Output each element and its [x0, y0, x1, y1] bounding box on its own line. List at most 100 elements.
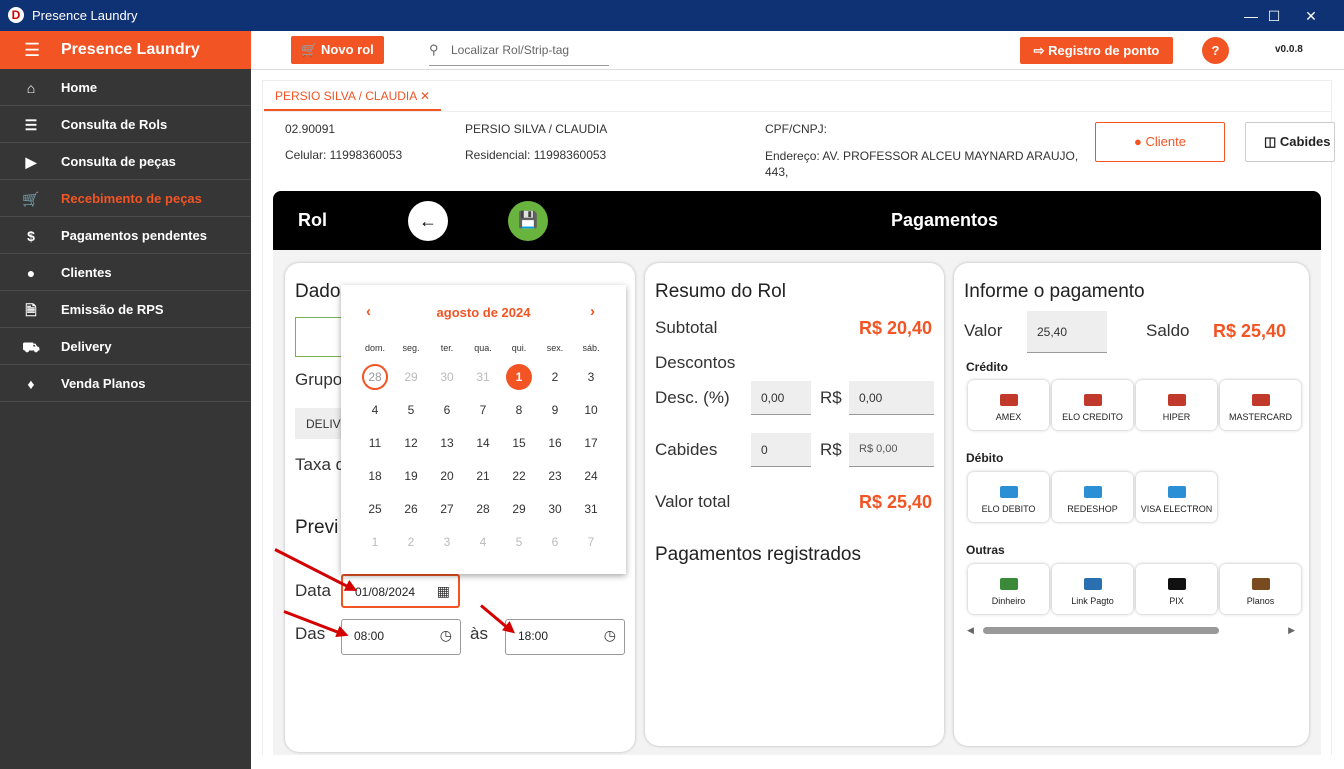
calendar-day[interactable]: 1 — [506, 364, 532, 390]
calendar-day[interactable]: 4 — [362, 397, 388, 423]
close-icon[interactable]: ✕ — [1288, 4, 1334, 28]
rol-title: Rol — [298, 210, 327, 230]
cabides-button[interactable]: ◫ Cabides — [1245, 122, 1335, 162]
calendar-day[interactable]: 3 — [578, 364, 604, 390]
next-month-chevron-icon[interactable]: › — [590, 303, 595, 320]
calendar-day[interactable]: 28 — [470, 496, 496, 522]
calendar-icon[interactable]: ▦ — [437, 583, 450, 600]
calendar-day[interactable]: 23 — [542, 463, 568, 489]
scroll-right-icon[interactable]: ▶ — [1288, 625, 1295, 636]
calendar-day[interactable]: 11 — [362, 430, 388, 456]
calendar-day[interactable]: 31 — [470, 364, 496, 390]
cabides-qty-input[interactable]: 0 — [751, 433, 811, 467]
calendar-day[interactable]: 31 — [578, 496, 604, 522]
payment-method-button[interactable]: VISA ELECTRON — [1136, 472, 1217, 522]
scrollbar-thumb[interactable] — [983, 627, 1219, 634]
payment-method-button[interactable]: HIPER — [1136, 380, 1217, 430]
weekday-label: qua. — [474, 343, 492, 353]
calendar-day[interactable]: 22 — [506, 463, 532, 489]
calendar-day[interactable]: 8 — [506, 397, 532, 423]
calendar-day[interactable]: 9 — [542, 397, 568, 423]
calendar-day[interactable]: 14 — [470, 430, 496, 456]
dados-title: Dado — [295, 281, 341, 302]
desc-value-input[interactable]: 0,00 — [849, 381, 934, 415]
cliente-button[interactable]: ● Cliente — [1095, 122, 1225, 162]
calendar-day[interactable]: 24 — [578, 463, 604, 489]
das-time-input[interactable]: 08:00 ◷ — [341, 619, 461, 655]
weekday-label: seg. — [402, 343, 420, 353]
back-arrow-button[interactable]: ← — [408, 201, 448, 241]
calendar-month: agosto de 2024 — [436, 305, 531, 320]
payment-scrollbar[interactable]: ◀ ▶ — [967, 625, 1295, 635]
calendar-day[interactable]: 10 — [578, 397, 604, 423]
sidebar-item-emissao-rps[interactable]: 🗎 Emissão de RPS — [0, 291, 251, 328]
calendar-day[interactable]: 29 — [506, 496, 532, 522]
calendar-day[interactable]: 6 — [434, 397, 460, 423]
calendar-day[interactable]: 28 — [362, 364, 388, 390]
payment-method-button[interactable]: Planos — [1220, 564, 1301, 614]
close-tab-icon[interactable]: ✕ — [420, 89, 430, 103]
sidebar-item-home[interactable]: ⌂ Home — [0, 69, 251, 106]
payment-method-button[interactable]: ELO CREDITO — [1052, 380, 1133, 430]
calendar-day[interactable]: 4 — [470, 529, 496, 555]
clock-icon[interactable]: ◷ — [604, 627, 616, 644]
search-input[interactable]: ⚲ Localizar Rol/Strip-tag — [429, 36, 609, 66]
payment-method-button[interactable]: Link Pagto — [1052, 564, 1133, 614]
valor-input[interactable]: 25,40 — [1027, 311, 1107, 353]
pagamento-title: Informe o pagamento — [964, 281, 1145, 302]
calendar-day[interactable]: 26 — [398, 496, 424, 522]
calendar-day[interactable]: 7 — [578, 529, 604, 555]
card-icon — [1083, 486, 1102, 498]
calendar-day[interactable]: 17 — [578, 430, 604, 456]
calendar-day[interactable]: 6 — [542, 529, 568, 555]
calendar-day[interactable]: 29 — [398, 364, 424, 390]
calendar-day[interactable]: 1 — [362, 529, 388, 555]
calendar-day[interactable]: 30 — [542, 496, 568, 522]
payment-method-button[interactable]: AMEX — [968, 380, 1049, 430]
calendar-day[interactable]: 30 — [434, 364, 460, 390]
save-button[interactable]: 💾 — [508, 201, 548, 241]
desc-pct-input[interactable]: 0,00 — [751, 381, 811, 415]
help-button[interactable]: ? — [1202, 37, 1229, 64]
payment-method-button[interactable]: ELO DEBITO — [968, 472, 1049, 522]
sidebar-item-delivery[interactable]: ⛟ Delivery — [0, 328, 251, 365]
calendar-day[interactable]: 5 — [506, 529, 532, 555]
calendar-day[interactable]: 15 — [506, 430, 532, 456]
debito-label: Débito — [966, 451, 1004, 465]
calendar-day[interactable]: 2 — [398, 529, 424, 555]
calendar-day[interactable]: 7 — [470, 397, 496, 423]
customer-cpf: CPF/CNPJ: — [765, 122, 828, 136]
calendar-day[interactable]: 16 — [542, 430, 568, 456]
payment-method-button[interactable]: REDESHOP — [1052, 472, 1133, 522]
calendar-day[interactable]: 2 — [542, 364, 568, 390]
sidebar-item-pagamentos-pendentes[interactable]: $ Pagamentos pendentes — [0, 217, 251, 254]
data-input[interactable]: 01/08/2024 ▦ — [341, 574, 460, 608]
sidebar-item-consulta-pecas[interactable]: ▶ Consulta de peças — [0, 143, 251, 180]
calendar-day[interactable]: 25 — [362, 496, 388, 522]
sidebar-item-clientes[interactable]: ● Clientes — [0, 254, 251, 291]
sidebar-item-consulta-rols[interactable]: ☰ Consulta de Rols — [0, 106, 251, 143]
calendar-day[interactable]: 21 — [470, 463, 496, 489]
sidebar-item-venda-planos[interactable]: ♦ Venda Planos — [0, 365, 251, 402]
payment-method-button[interactable]: Dinheiro — [968, 564, 1049, 614]
registro-ponto-button[interactable]: ⇨ Registro de ponto — [1020, 37, 1173, 64]
payment-method-button[interactable]: PIX — [1136, 564, 1217, 614]
new-rol-button[interactable]: 🛒 Novo rol — [291, 36, 384, 64]
clock-icon[interactable]: ◷ — [440, 627, 452, 644]
cabides-value-input[interactable]: R$ 0,00 — [849, 433, 934, 467]
scroll-left-icon[interactable]: ◀ — [967, 625, 974, 636]
calendar-day[interactable]: 18 — [362, 463, 388, 489]
calendar-day[interactable]: 19 — [398, 463, 424, 489]
as-time-input[interactable]: 18:00 ◷ — [505, 619, 625, 655]
calendar-day[interactable]: 5 — [398, 397, 424, 423]
hamburger-menu-icon[interactable]: ☰ — [24, 40, 40, 61]
calendar-day[interactable]: 27 — [434, 496, 460, 522]
payment-method-button[interactable]: MASTERCARD — [1220, 380, 1301, 430]
calendar-day[interactable]: 12 — [398, 430, 424, 456]
calendar-day[interactable]: 20 — [434, 463, 460, 489]
sidebar-item-recebimento-pecas[interactable]: 🛒 Recebimento de peças — [0, 180, 251, 217]
calendar-day[interactable]: 3 — [434, 529, 460, 555]
tab-customer[interactable]: PERSIO SILVA / CLAUDIA ✕ — [264, 84, 442, 111]
list-check-icon: ☰ — [24, 117, 38, 133]
calendar-day[interactable]: 13 — [434, 430, 460, 456]
